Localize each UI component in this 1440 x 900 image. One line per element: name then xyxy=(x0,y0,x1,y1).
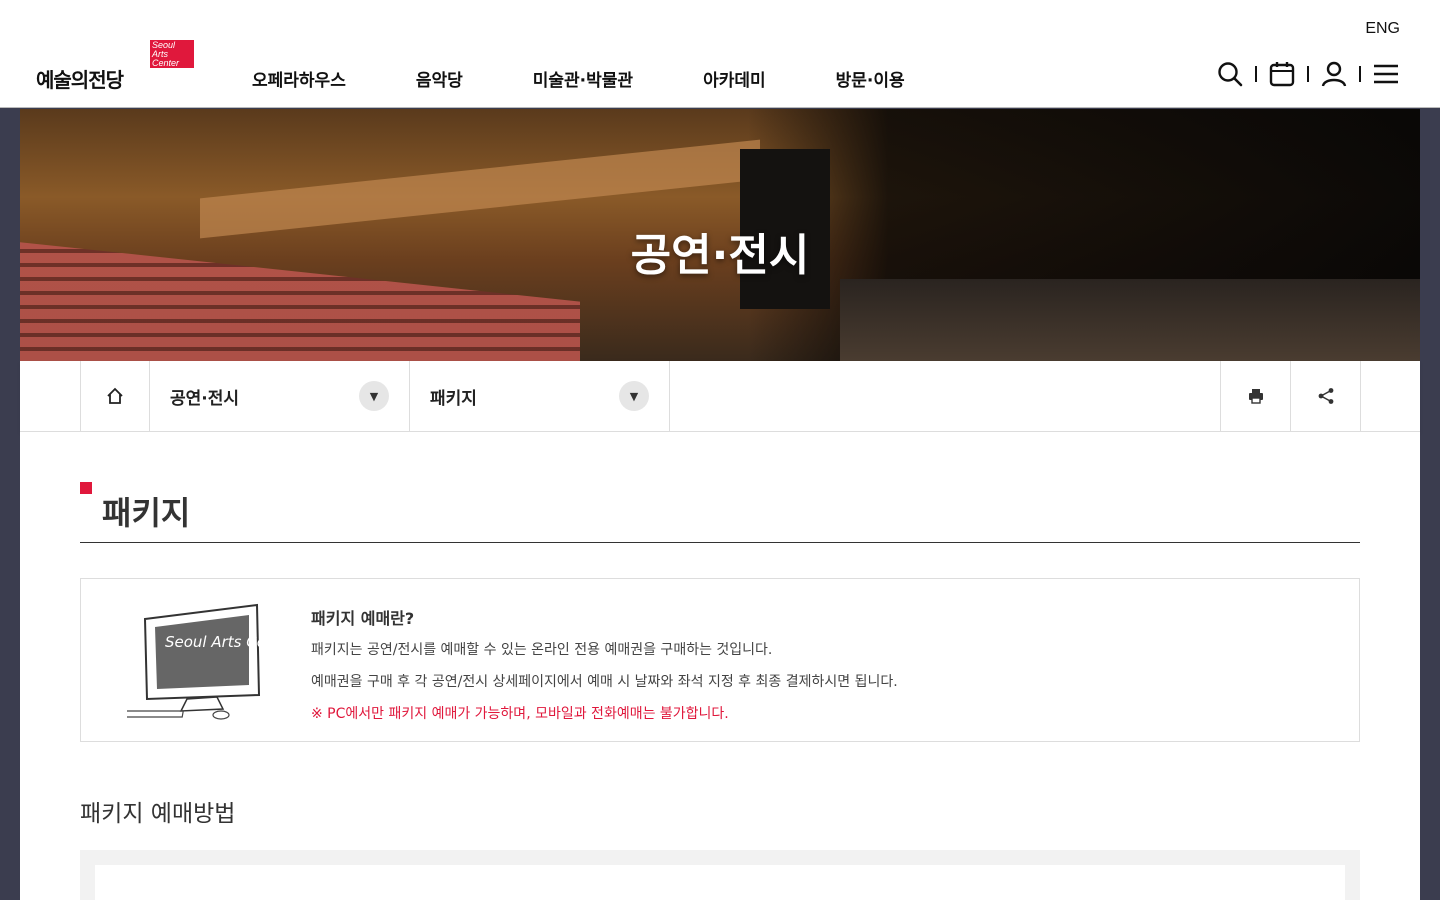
user-icon[interactable] xyxy=(1320,60,1348,88)
calendar-icon[interactable] xyxy=(1268,60,1296,88)
main-nav: 오페라하우스 음악당 미술관·박물관 아카데미 방문·이용 xyxy=(252,66,975,91)
monitor-illustration: Seoul Arts Center xyxy=(111,599,298,723)
home-button[interactable] xyxy=(80,361,150,431)
package-info-heading: 패키지 예매란? xyxy=(311,609,415,628)
util-separator xyxy=(1307,66,1309,82)
search-icon[interactable] xyxy=(1216,60,1244,88)
hero-stage-shape xyxy=(840,279,1420,361)
breadcrumb-select-category[interactable]: 공연·전시 ▼ xyxy=(150,361,410,431)
site-logo[interactable]: 예술의전당 Seoul Arts Center xyxy=(36,40,196,92)
breadcrumb: 공연·전시 ▼ 패키지 ▼ xyxy=(20,361,1420,432)
page-title-area: 패키지 xyxy=(80,482,1360,543)
breadcrumb-category-label: 공연·전시 xyxy=(170,388,240,409)
main-content: 패키지 Seoul Arts Center 패키지 예매란? 패키지는 공연/전… xyxy=(20,432,1420,900)
monitor-text: Seoul Arts Center xyxy=(165,633,267,651)
util-separator xyxy=(1255,66,1257,82)
utility-icons xyxy=(1216,60,1400,88)
hero-banner: 공연·전시 xyxy=(20,109,1420,361)
hero-title: 공연·전시 xyxy=(630,230,810,281)
nav-item-gallery-museum[interactable]: 미술관·박물관 xyxy=(533,66,633,91)
breadcrumb-end-divider xyxy=(1360,361,1420,431)
package-info-box: Seoul Arts Center 패키지 예매란? 패키지는 공연/전시를 예… xyxy=(80,578,1360,742)
chevron-down-icon: ▼ xyxy=(619,381,649,411)
menu-icon[interactable] xyxy=(1372,60,1400,88)
logo-badge: Seoul Arts Center xyxy=(150,40,194,68)
home-icon xyxy=(107,387,123,404)
print-button[interactable] xyxy=(1220,361,1290,431)
breadcrumb-page-label: 패키지 xyxy=(430,388,477,409)
nav-item-concert-hall[interactable]: 음악당 xyxy=(416,66,463,91)
package-info-notice: ※ PC에서만 패키지 예매가 가능하며, 모바일과 전화예매는 불가합니다. xyxy=(311,706,729,722)
chevron-down-icon: ▼ xyxy=(359,381,389,411)
package-info-line-1: 패키지는 공연/전시를 예매할 수 있는 온라인 전용 예매권을 구매하는 것입… xyxy=(311,642,773,658)
section-subtitle: 패키지 예매방법 xyxy=(80,801,236,827)
print-icon xyxy=(1248,389,1263,404)
site-header: ENG 예술의전당 Seoul Arts Center 오페라하우스 음악당 미… xyxy=(0,0,1440,108)
howto-inner-panel xyxy=(95,865,1345,900)
howto-box xyxy=(80,850,1360,900)
logo-text: 예술의전당 xyxy=(36,68,124,92)
share-button[interactable] xyxy=(1290,361,1360,431)
share-icon xyxy=(1318,388,1333,404)
package-info-line-2: 예매권을 구매 후 각 공연/전시 상세페이지에서 예매 시 날짜와 좌석 지정… xyxy=(311,674,898,690)
page-title: 패키지 xyxy=(102,494,191,532)
nav-item-visit[interactable]: 방문·이용 xyxy=(836,66,905,91)
breadcrumb-select-page[interactable]: 패키지 ▼ xyxy=(410,361,670,431)
language-toggle[interactable]: ENG xyxy=(1365,20,1400,38)
nav-item-academy[interactable]: 아카데미 xyxy=(703,66,766,91)
util-separator xyxy=(1359,66,1361,82)
package-info-text: 패키지 예매란? 패키지는 공연/전시를 예매할 수 있는 온라인 전용 예매권… xyxy=(311,605,898,723)
nav-item-opera-house[interactable]: 오페라하우스 xyxy=(252,66,346,91)
title-accent-mark xyxy=(80,482,92,494)
